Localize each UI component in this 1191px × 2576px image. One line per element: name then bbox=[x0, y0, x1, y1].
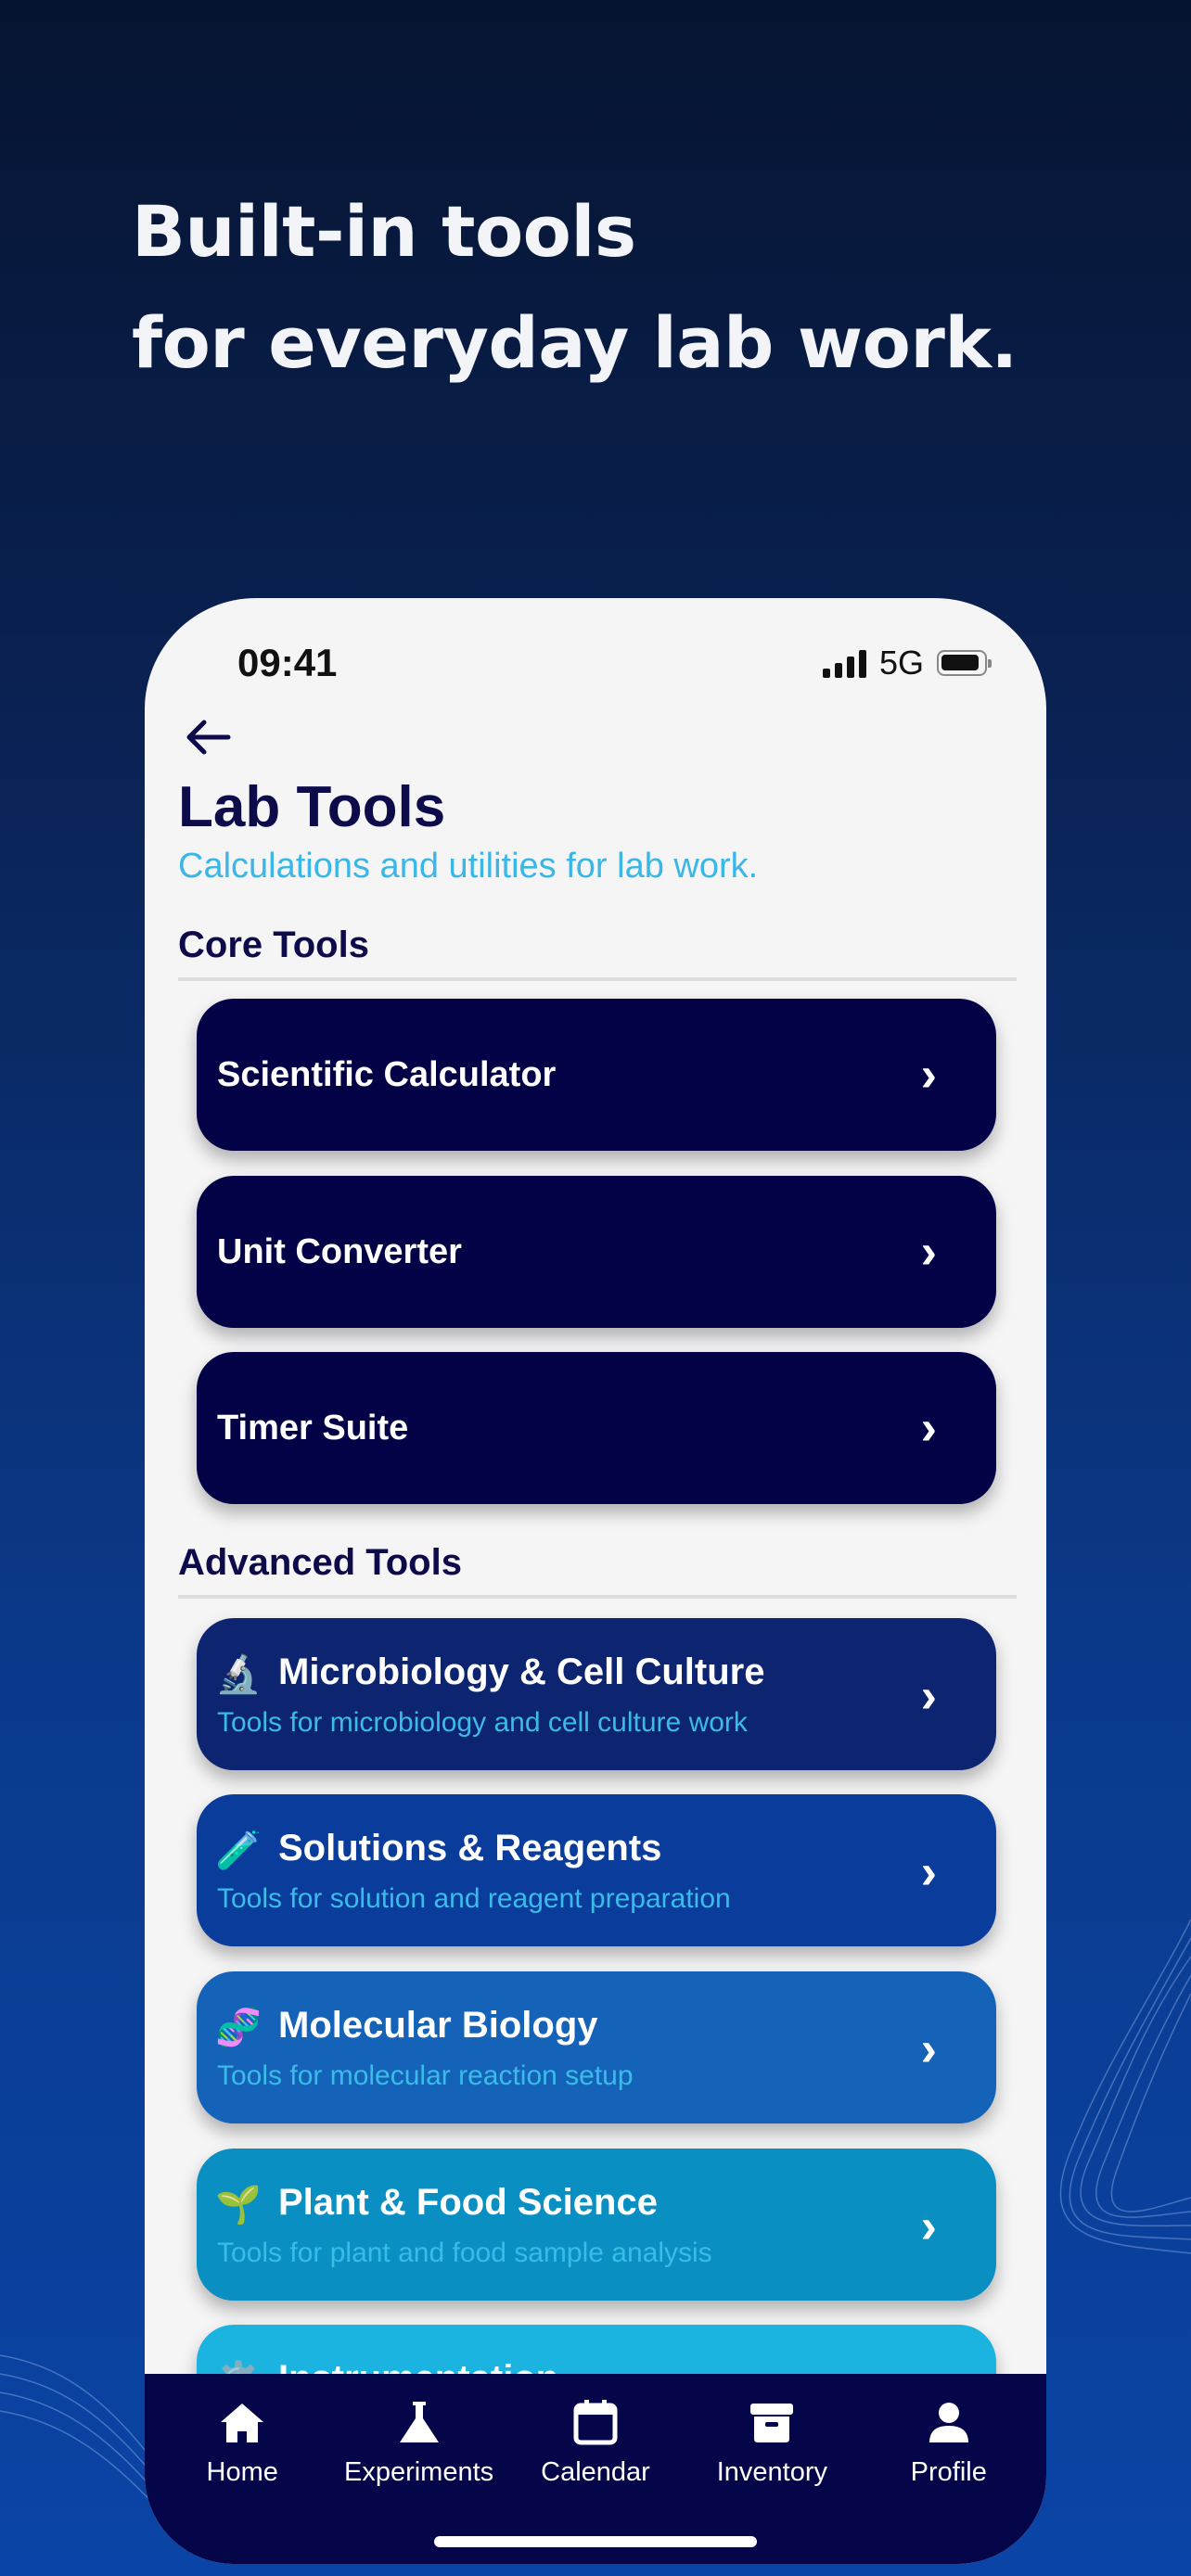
tool-card-label: Unit Converter bbox=[217, 1232, 462, 1271]
tool-card-title: Solutions & Reagents bbox=[278, 1828, 662, 1868]
tool-card-label: Timer Suite bbox=[217, 1409, 409, 1447]
tool-card-title: Microbiology & Cell Culture bbox=[278, 1651, 765, 1692]
tool-card-scientific-calculator[interactable]: Scientific Calculator › bbox=[197, 999, 996, 1151]
tab-label: Profile bbox=[910, 2457, 987, 2487]
page-title: Lab Tools bbox=[178, 775, 446, 839]
home-icon bbox=[221, 2404, 264, 2442]
tool-card-description: Tools for molecular reaction setup bbox=[217, 2060, 634, 2091]
archive-icon bbox=[750, 2404, 794, 2442]
tool-card-microbiology[interactable]: 🔬 Microbiology & Cell Culture Tools for … bbox=[197, 1618, 996, 1770]
tool-card-plant-food-science[interactable]: 🌱 Plant & Food Science Tools for plant a… bbox=[197, 2149, 996, 2301]
home-indicator bbox=[434, 2536, 757, 2547]
battery-icon bbox=[937, 650, 992, 676]
tab-label: Inventory bbox=[716, 2457, 827, 2487]
tab-label: Home bbox=[206, 2457, 278, 2487]
chevron-right-icon: › bbox=[920, 1401, 937, 1455]
tool-card-title: Plant & Food Science bbox=[278, 2182, 658, 2223]
microscope-icon: 🔬 bbox=[215, 1654, 262, 1695]
marketing-headline: Built-in tools for everyday lab work. bbox=[132, 176, 1018, 399]
tab-home[interactable]: Home bbox=[159, 2374, 326, 2564]
headline-line-2: for everyday lab work. bbox=[132, 301, 1018, 384]
chevron-right-icon: › bbox=[920, 2200, 937, 2253]
tool-card-solutions-reagents[interactable]: 🧪 Solutions & Reagents Tools for solutio… bbox=[197, 1794, 996, 1946]
headline-line-1: Built-in tools bbox=[132, 190, 636, 273]
signal-icon bbox=[822, 648, 866, 678]
wave-decoration-right bbox=[1059, 1919, 1191, 2254]
tool-card-timer-suite[interactable]: Timer Suite › bbox=[197, 1352, 996, 1504]
status-time: 09:41 bbox=[237, 641, 338, 684]
test-tube-icon: 🧪 bbox=[215, 1830, 262, 1871]
chevron-right-icon: › bbox=[920, 1845, 937, 1899]
tab-label: Experiments bbox=[343, 2457, 494, 2487]
chevron-right-icon: › bbox=[920, 1048, 937, 1102]
tool-card-title: Molecular Biology bbox=[278, 2005, 598, 2046]
tool-card-description: Tools for plant and food sample analysis bbox=[217, 2238, 712, 2268]
back-arrow-icon[interactable] bbox=[182, 709, 241, 765]
seedling-icon: 🌱 bbox=[215, 2185, 262, 2225]
tab-bar: Home Experiments Calendar Inventory Prof… bbox=[145, 2374, 1046, 2564]
tool-card-description: Tools for solution and reagent preparati… bbox=[217, 1883, 731, 1914]
chevron-right-icon: › bbox=[920, 2022, 937, 2076]
wave-decoration-left bbox=[0, 2354, 158, 2509]
section-header-core: Core Tools bbox=[178, 925, 1017, 981]
tool-card-description: Tools for microbiology and cell culture … bbox=[217, 1707, 748, 1738]
tool-card-unit-converter[interactable]: Unit Converter › bbox=[197, 1176, 996, 1328]
tab-label: Calendar bbox=[541, 2457, 650, 2487]
person-icon bbox=[928, 2403, 968, 2442]
chevron-right-icon: › bbox=[920, 1225, 937, 1279]
section-header-advanced: Advanced Tools bbox=[178, 1542, 1017, 1599]
calendar-icon bbox=[573, 2400, 618, 2445]
tab-profile[interactable]: Profile bbox=[865, 2374, 1032, 2564]
status-bar: 09:41 5G bbox=[145, 635, 1046, 691]
tool-card-molecular-biology[interactable]: 🧬 Molecular Biology Tools for molecular … bbox=[197, 1971, 996, 2123]
page-subtitle: Calculations and utilities for lab work. bbox=[178, 847, 759, 886]
chevron-right-icon: › bbox=[920, 1669, 937, 1723]
status-indicators: 5G bbox=[822, 644, 992, 682]
tool-card-label: Scientific Calculator bbox=[217, 1055, 557, 1094]
dna-icon: 🧬 bbox=[215, 2008, 262, 2048]
network-label: 5G bbox=[878, 644, 924, 682]
phone-screen: 09:41 5G Lab Tools Calculations and util… bbox=[145, 598, 1046, 2564]
flask-icon bbox=[399, 2402, 439, 2442]
